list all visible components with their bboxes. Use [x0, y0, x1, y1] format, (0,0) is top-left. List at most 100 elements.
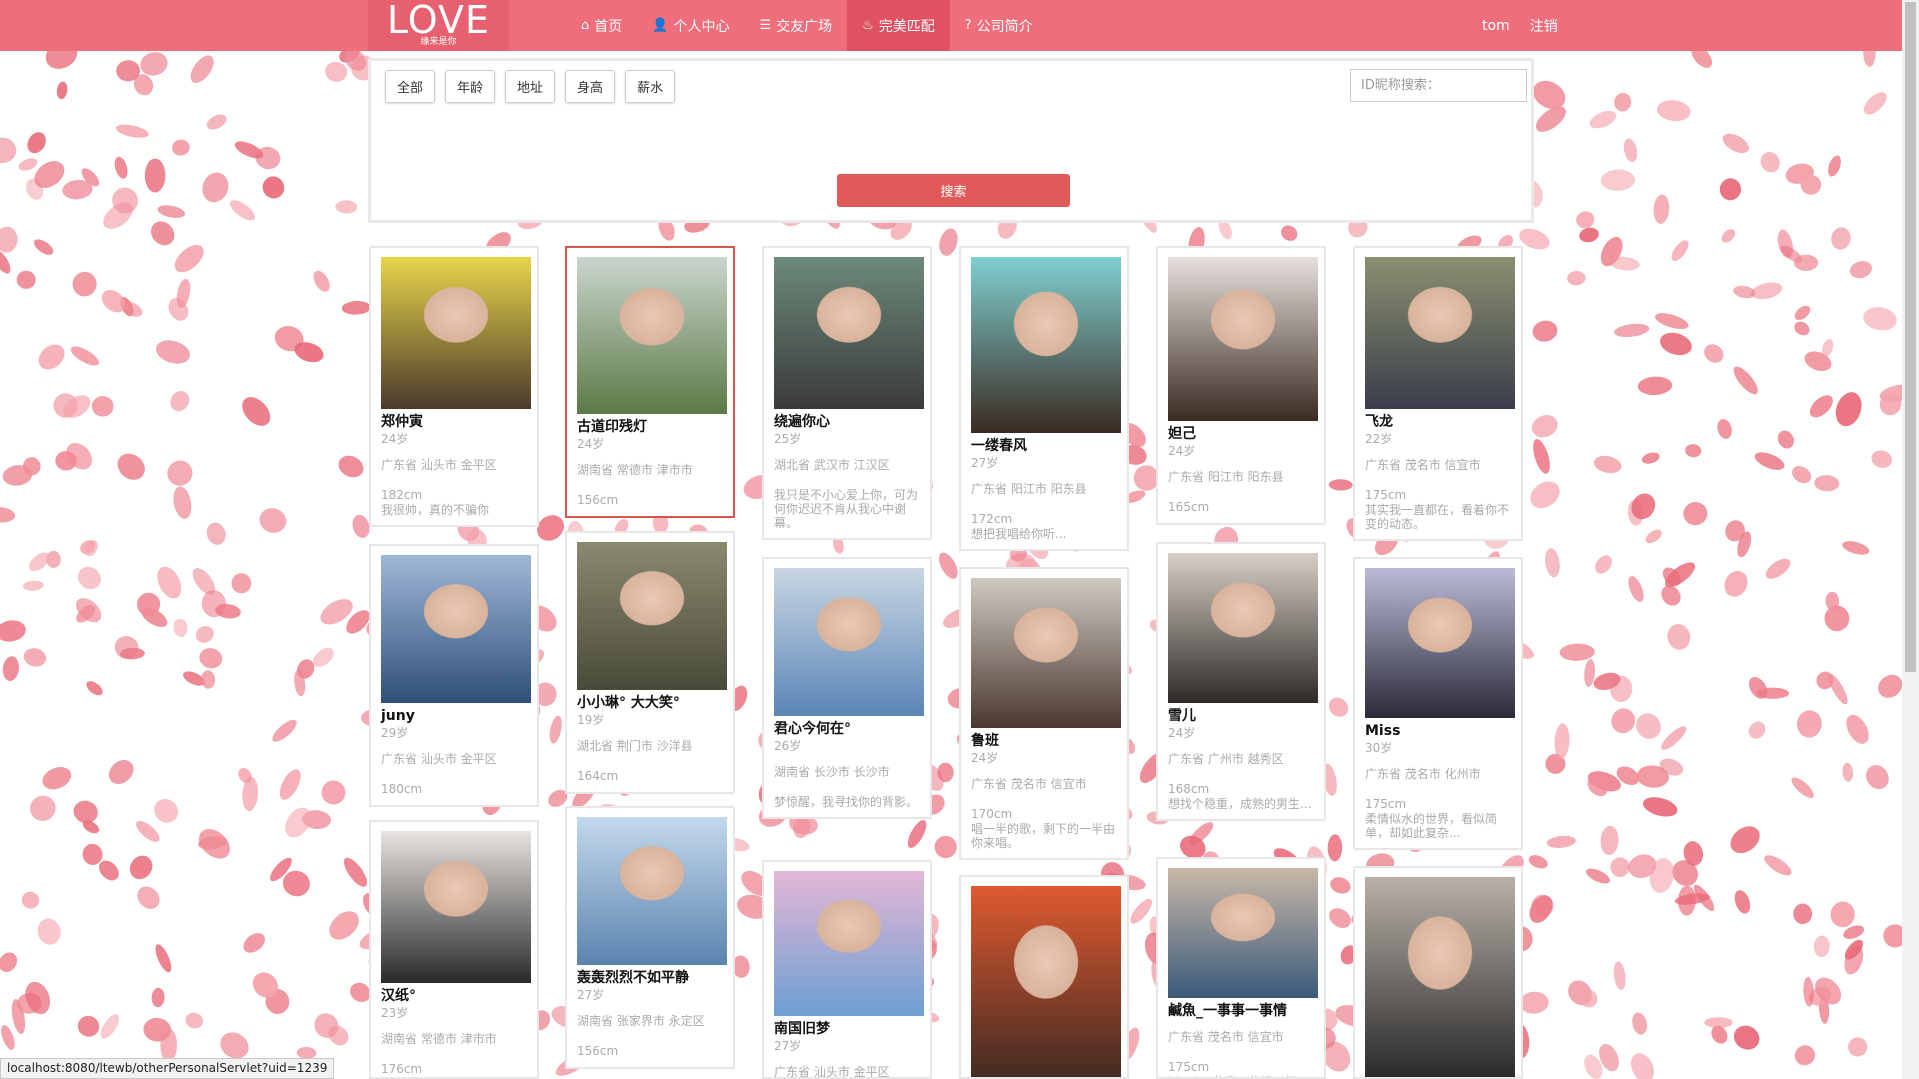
profile-height: 172cm [971, 512, 1013, 526]
profile-card[interactable] [1353, 866, 1523, 1079]
profile-photo[interactable] [1365, 877, 1515, 1077]
profile-location: 广东省 阳江市 阳东县 [971, 482, 1087, 496]
profile-photo[interactable] [1168, 553, 1318, 703]
profile-name[interactable]: 轰轰烈烈不如平静 [577, 970, 723, 987]
profile-age: 24岁 [971, 751, 999, 765]
profile-photo[interactable] [971, 257, 1121, 433]
profile-name[interactable]: 汉纸° [381, 988, 527, 1005]
profile-card[interactable]: 鹹魚_一事事一事情广东省 茂名市 信宜市 175cmideal 一些事一些情，继 [1156, 857, 1326, 1079]
profile-age: 27岁 [774, 1039, 802, 1053]
profile-name[interactable]: 一缕春风 [971, 438, 1117, 455]
profile-photo[interactable] [774, 257, 924, 409]
profile-bio: ideal 一些事一些情，继 [1168, 1075, 1314, 1077]
profile-photo[interactable] [1365, 568, 1515, 718]
nav-home[interactable]: ⌂ 首页 [566, 0, 637, 51]
profile-height: 176cm [381, 1062, 423, 1076]
profile-location: 广东省 茂名市 信宜市 [971, 777, 1087, 791]
nav-perfect-match[interactable]: ♨ 完美匹配 [847, 0, 950, 51]
profile-age: 24岁 [1168, 444, 1196, 458]
profile-name[interactable]: 鹹魚_一事事一事情 [1168, 1003, 1314, 1020]
profile-name[interactable]: 南国旧梦 [774, 1021, 920, 1038]
profile-photo[interactable] [1365, 257, 1515, 409]
profile-card[interactable]: 一缕春风 27岁 广东省 阳江市 阳东县 172cm 想把我唱给你听... [959, 246, 1129, 551]
profile-height: 182cm [381, 488, 423, 502]
nav-user-area: tom 注销 [1482, 0, 1578, 51]
profile-name[interactable]: Miss [1365, 723, 1511, 740]
nav-personal-center[interactable]: 👤 个人中心 [637, 0, 744, 51]
profile-age: 24岁 [577, 437, 605, 451]
profile-card[interactable]: 绕遍你心 25岁 湖北省 武汉市 江汉区 我只是不小心爱上你，可为何你迟迟不肯从我心中… [762, 246, 932, 540]
profile-name[interactable]: 古道印残灯 [577, 419, 723, 436]
profile-bio: 想把我唱给你听... [971, 527, 1067, 541]
profile-card[interactable]: 汉纸° 23岁 湖南省 常德市 津市市 176cm [369, 820, 539, 1079]
username-link[interactable]: tom [1482, 18, 1510, 34]
profile-age: 24岁 [381, 432, 409, 446]
profile-height: 165cm [1168, 500, 1210, 514]
filter-height-button[interactable]: 身高 [565, 70, 616, 103]
filter-age-button[interactable]: 年龄 [445, 70, 496, 103]
profile-card[interactable]: 鲁班 24岁 广东省 茂名市 信宜市 170cm 唱一半的歌，剩下的一半由你来唱。 [959, 567, 1129, 860]
profile-age: 27岁 [577, 988, 605, 1002]
profile-name[interactable]: 绕遍你心 [774, 414, 920, 431]
profile-card[interactable]: 小小琳° 大大笑° 19岁 湖北省 荆门市 沙洋县 164cm [565, 531, 735, 794]
profile-card[interactable]: 古道印残灯 24岁 湖南省 常德市 津市市 156cm [565, 246, 735, 518]
profile-age: 29岁 [381, 726, 409, 740]
profile-name[interactable]: 郑仲寅 [381, 414, 527, 431]
profile-card[interactable]: 南国旧梦 27岁 广东省 汕头市 金平区 [762, 860, 932, 1079]
logout-link[interactable]: 注销 [1530, 16, 1558, 36]
profile-photo[interactable] [971, 578, 1121, 728]
profile-card[interactable]: 妲己 24岁广东省 阳江市 阳东县 165cm [1156, 246, 1326, 525]
profile-photo[interactable] [381, 831, 531, 983]
profile-card[interactable]: 郑仲寅 24岁 广东省 汕头市 金平区 182cm 我很帅，真的不骗你 [369, 246, 539, 527]
profile-location: 广东省 茂名市 化州市 [1365, 767, 1481, 781]
profile-name[interactable]: 雪儿 [1168, 708, 1314, 725]
profile-height: 156cm [577, 1044, 619, 1058]
profile-height: 175cm [1365, 797, 1407, 811]
site-logo[interactable]: LOVE 缘来是你 [368, 0, 509, 51]
profile-location: 湖南省 常德市 津市市 [577, 463, 693, 477]
profile-age: 22岁 [1365, 432, 1393, 446]
profile-location: 广东省 广州市 越秀区 [1168, 752, 1284, 766]
profile-card[interactable]: 君心今何在° 26岁 湖南省 长沙市 长沙市 梦惊醒，我寻找你的背影。 [762, 557, 932, 819]
profile-name[interactable]: 鲁班 [971, 733, 1117, 750]
scrollbar-thumb[interactable] [1905, 2, 1916, 672]
nav-dating-square[interactable]: ☰ 交友广场 [744, 0, 847, 51]
nav-company-intro[interactable]: ? 公司简介 [950, 0, 1048, 51]
profile-card[interactable]: 飞龙 22岁 广东省 茂名市 信宜市 175cm 其实我一直都在，看着你不变的动态。 [1353, 246, 1523, 541]
profile-card[interactable]: 雪儿 24岁 广东省 广州市 越秀区 168cm 想找个稳重，成熟的男生... [1156, 542, 1326, 821]
profile-photo[interactable] [577, 257, 727, 414]
profile-height: 168cm [1168, 782, 1210, 796]
profile-photo[interactable] [774, 871, 924, 1016]
filter-all-button[interactable]: 全部 [385, 70, 436, 103]
profile-photo[interactable] [577, 542, 727, 690]
profile-name[interactable]: 妲己 [1168, 426, 1314, 443]
profile-name[interactable]: 小小琳° 大大笑° [577, 695, 723, 712]
profile-photo[interactable] [1168, 868, 1318, 998]
profile-photo[interactable] [381, 555, 531, 703]
list-icon: ☰ [759, 18, 772, 33]
profile-photo[interactable] [577, 817, 727, 965]
profile-height: 170cm [971, 807, 1013, 821]
profile-location: 广东省 阳江市 阳东县 [1168, 470, 1284, 484]
top-navbar: LOVE 缘来是你 ⌂ 首页 👤 个人中心 ☰ 交友广场 ♨ 完美匹配 ? 公司… [0, 0, 1919, 51]
profile-name[interactable]: 君心今何在° [774, 721, 920, 738]
profile-card[interactable]: Miss 30岁 广东省 茂名市 化州市 175cm 柔情似水的世界，看似简单，却如此复… [1353, 557, 1523, 850]
profile-photo[interactable] [381, 257, 531, 409]
profile-photo[interactable] [774, 568, 924, 716]
profile-card[interactable] [959, 875, 1129, 1079]
search-button[interactable]: 搜索 [837, 174, 1070, 207]
profile-age: 25岁 [774, 432, 802, 446]
profile-name[interactable]: 飞龙 [1365, 414, 1511, 431]
profile-name[interactable]: juny [381, 708, 527, 725]
profile-location: 广东省 茂名市 信宜市 [1365, 458, 1481, 472]
filter-buttons: 全部 年龄 地址 身高 薪水 [385, 70, 685, 103]
nav-square-label: 交友广场 [776, 18, 833, 35]
profile-card[interactable]: juny 29岁 广东省 汕头市 金平区 180cm [369, 544, 539, 807]
nav-personal-label: 个人中心 [673, 18, 730, 35]
id-nickname-search-input[interactable] [1350, 69, 1527, 102]
filter-salary-button[interactable]: 薪水 [625, 70, 676, 103]
filter-address-button[interactable]: 地址 [505, 70, 556, 103]
profile-card[interactable]: 轰轰烈烈不如平静 27岁 湖南省 张家界市 永定区 156cm [565, 806, 735, 1069]
profile-photo[interactable] [971, 886, 1121, 1077]
profile-photo[interactable] [1168, 257, 1318, 421]
